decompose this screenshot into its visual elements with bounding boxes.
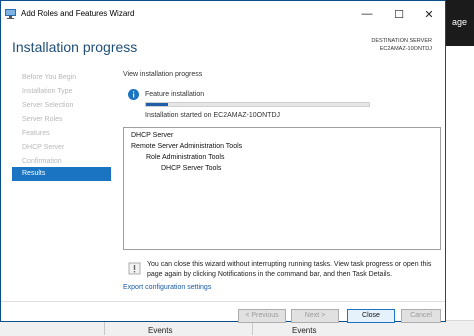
footer-divider [1, 301, 445, 302]
events-divider [104, 320, 105, 335]
nav-item-dhcp-server: DHCP Server [22, 144, 65, 151]
next-button[interactable]: Next > [291, 309, 339, 323]
close-icon: ✕ [424, 8, 434, 21]
nav-item-before-you-begin: Before You Begin [22, 74, 77, 81]
nav-item-installation-type: Installation Type [22, 88, 73, 95]
note-flag-icon [128, 262, 141, 275]
results-list[interactable]: DHCP Server Remote Server Administration… [123, 127, 441, 250]
events-label[interactable]: Events [148, 326, 172, 335]
destination-label: DESTINATION SERVER [371, 38, 432, 44]
page-title: Installation progress [12, 39, 138, 55]
installation-progress-bar [145, 102, 370, 107]
events-label[interactable]: Events [292, 326, 316, 335]
progress-fill [146, 103, 169, 106]
info-icon [128, 89, 139, 100]
result-item: Role Administration Tools [146, 154, 225, 161]
destination-server-name: EC2AMAZ-10ONTDJ [379, 46, 432, 52]
view-progress-label: View installation progress [123, 71, 203, 78]
result-item: DHCP Server [131, 132, 174, 139]
maximize-button[interactable]: ☐ [385, 5, 413, 23]
maximize-icon: ☐ [394, 8, 404, 21]
minimize-button[interactable]: — [353, 5, 381, 23]
close-button[interactable]: Close [347, 309, 395, 323]
server-manager-background [446, 0, 474, 335]
export-configuration-link[interactable]: Export configuration settings [123, 284, 211, 291]
result-item: DHCP Server Tools [161, 165, 222, 172]
cancel-button[interactable]: Cancel [401, 309, 441, 323]
wizard-window: Add Roles and Features Wizard — ☐ ✕ Inst… [0, 0, 446, 323]
previous-button[interactable]: < Previous [238, 309, 286, 323]
nav-item-server-selection: Server Selection [22, 102, 74, 109]
title-bar[interactable]: Add Roles and Features Wizard — ☐ ✕ [1, 1, 445, 27]
app-icon [5, 9, 16, 19]
wizard-header: Installation progress DESTINATION SERVER… [1, 27, 445, 67]
nav-item-features: Features [22, 130, 50, 137]
nav-item-server-roles: Server Roles [22, 116, 63, 123]
result-item: Remote Server Administration Tools [131, 143, 243, 150]
installation-started-text: Installation started on EC2AMAZ-10ONTDJ [145, 112, 280, 119]
window-title: Add Roles and Features Wizard [21, 9, 135, 18]
close-wizard-note: You can close this wizard without interr… [147, 261, 432, 278]
minimize-icon: — [361, 8, 373, 20]
nav-item-results[interactable]: Results [12, 167, 111, 181]
destination-server: DESTINATION SERVER EC2AMAZ-10ONTDJ [371, 37, 432, 53]
server-manager-title-fragment: age [452, 17, 468, 27]
close-window-button[interactable]: ✕ [415, 5, 443, 23]
feature-installation-label: Feature installation [145, 91, 205, 98]
